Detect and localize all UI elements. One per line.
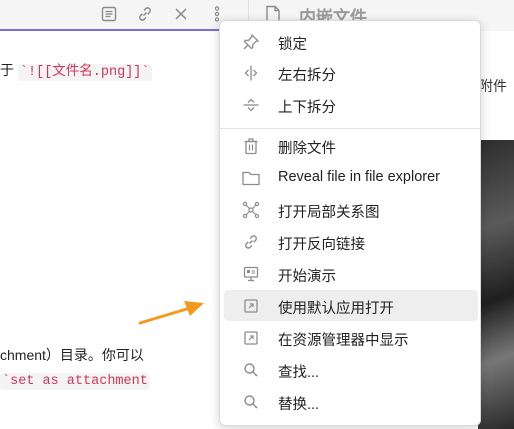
editor-text: chment）目录。你可以 xyxy=(0,347,144,363)
menu-item-replace[interactable]: 替换... xyxy=(224,386,478,417)
menu-item-find[interactable]: 查找... xyxy=(224,354,478,385)
menu-item-delete-file[interactable]: 删除文件 xyxy=(224,130,478,161)
menu-item-open-default-app[interactable]: 使用默认应用打开 xyxy=(224,290,478,321)
preview-text: 附件 xyxy=(479,78,507,94)
link-icon[interactable] xyxy=(135,4,155,24)
inline-code: `set as attachment xyxy=(0,373,150,390)
reading-view-icon[interactable] xyxy=(99,4,119,24)
graph-icon xyxy=(241,200,261,220)
menu-item-label: 查找... xyxy=(278,365,320,381)
menu-item-label: 左右拆分 xyxy=(278,68,336,84)
context-menu: 锁定 左右拆分 上下拆分 删除文件 Reveal file in file ex… xyxy=(219,20,481,426)
menu-item-label: 开始演示 xyxy=(278,269,336,285)
menu-item-local-graph[interactable]: 打开局部关系图 xyxy=(224,194,478,225)
menu-item-split-right[interactable]: 左右拆分 xyxy=(224,57,478,88)
trash-icon xyxy=(241,136,261,156)
menu-item-label: 在资源管理器中显示 xyxy=(278,333,409,349)
open-external-icon xyxy=(241,296,261,316)
menu-item-start-presentation[interactable]: 开始演示 xyxy=(224,258,478,289)
menu-divider xyxy=(220,128,480,129)
link-icon xyxy=(241,232,261,252)
menu-item-label: 打开局部关系图 xyxy=(278,205,380,221)
menu-item-label: 删除文件 xyxy=(278,141,336,157)
search-icon xyxy=(241,392,261,412)
close-icon[interactable] xyxy=(171,4,191,24)
split-horizontal-icon xyxy=(241,95,261,115)
menu-item-reveal-file[interactable]: Reveal file in file explorer xyxy=(224,162,478,193)
menu-item-split-down[interactable]: 上下拆分 xyxy=(224,89,478,120)
menu-item-show-in-explorer[interactable]: 在资源管理器中显示 xyxy=(224,322,478,353)
arrow-annotation-icon xyxy=(138,301,204,325)
menu-item-label: 上下拆分 xyxy=(278,100,336,116)
editor-line-2: chment）目录。你可以 xyxy=(0,345,144,365)
menu-item-label: 使用默认应用打开 xyxy=(278,301,394,317)
folder-icon xyxy=(241,168,261,188)
split-vertical-icon xyxy=(241,63,261,83)
inline-code: `![[文件名.png]]` xyxy=(17,64,152,81)
editor-line-1: 于 `![[文件名.png]]` xyxy=(0,59,152,81)
menu-item-label: 锁定 xyxy=(278,37,307,53)
menu-item-label: 打开反向链接 xyxy=(278,237,365,253)
menu-item-label: Reveal file in file explorer xyxy=(278,169,440,185)
menu-item-label: 替换... xyxy=(278,397,320,413)
open-external-icon xyxy=(241,328,261,348)
search-icon xyxy=(241,360,261,380)
presentation-icon xyxy=(241,264,261,284)
menu-item-backlinks[interactable]: 打开反向链接 xyxy=(224,226,478,257)
pin-icon xyxy=(241,32,261,52)
editor-line-3: `set as attachment xyxy=(0,371,150,390)
embedded-image xyxy=(478,140,514,429)
editor-text: 于 xyxy=(0,62,18,78)
menu-item-pin[interactable]: 锁定 xyxy=(224,26,478,57)
